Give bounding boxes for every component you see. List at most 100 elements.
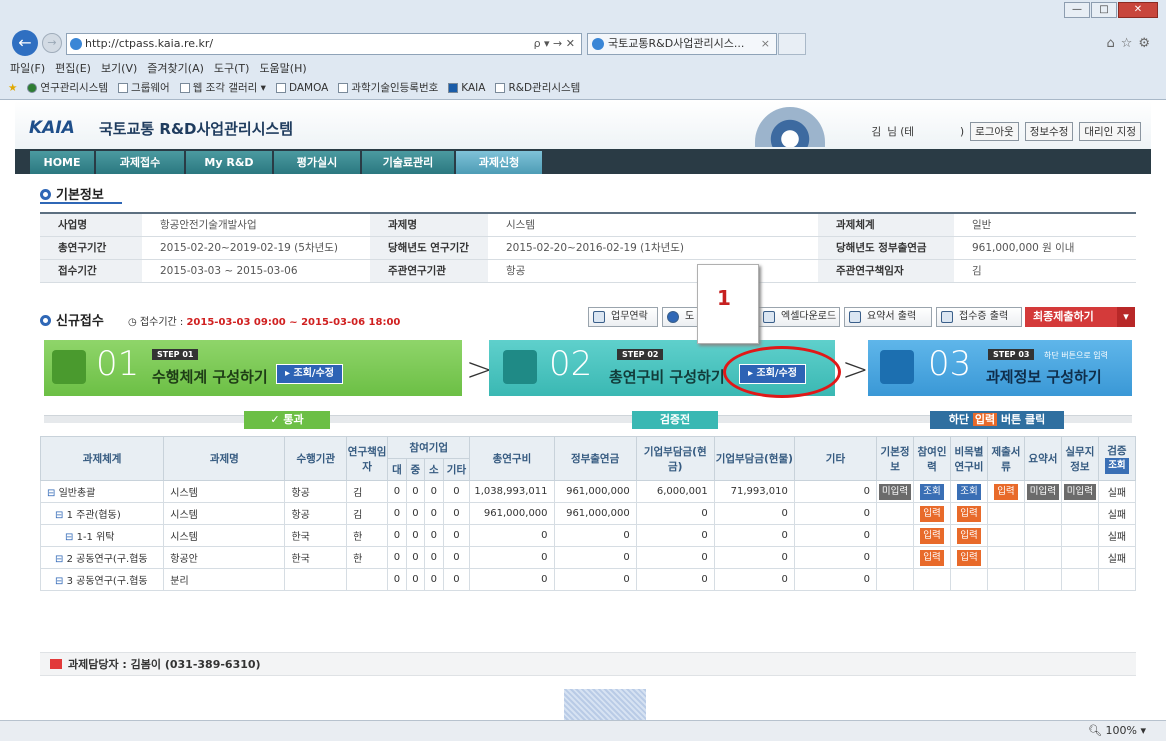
final-submit-button[interactable]: 최종제출하기 ▾ <box>1025 307 1135 327</box>
row-org: 한국 <box>284 524 348 547</box>
row-system[interactable]: ⊟ 일반총괄 <box>39 480 165 503</box>
address-bar[interactable]: http://ctpass.kaia.re.kr/ ρ ▾ → ✕ <box>66 33 582 55</box>
title-underline <box>40 202 122 204</box>
people-input-button[interactable]: 입력 <box>920 549 944 566</box>
cost-input-button[interactable]: 입력 <box>957 527 981 544</box>
cost-input-button[interactable]: 입력 <box>957 549 981 566</box>
people-input-button[interactable]: 입력 <box>920 527 944 544</box>
step1-edit-button[interactable]: ▸ 조회/수정 <box>276 364 343 384</box>
basic-button[interactable]: 미입력 <box>878 483 912 500</box>
edit-info-button[interactable]: 정보수정 <box>1024 122 1074 141</box>
row-total: 1,038,993,011 <box>469 480 555 503</box>
fav-item[interactable]: 그룹웨어 <box>118 80 170 95</box>
row-org: 한국 <box>284 546 348 569</box>
kaia-logo[interactable]: KAIA <box>29 118 75 138</box>
menu-help[interactable]: 도움말(H) <box>259 60 306 76</box>
summary-button[interactable]: 미입력 <box>1026 483 1060 500</box>
col-company: 참여기업 <box>387 436 471 459</box>
print-summary-button[interactable]: 요약서 출력 <box>844 307 932 327</box>
toolbar-icons[interactable]: ⌂☆⚙ <box>1106 36 1156 51</box>
nav-royalty[interactable]: 기술료관리 <box>362 151 454 174</box>
row-other: 0 <box>793 524 878 547</box>
info-value: 2015-03-03 ~ 2015-03-06 <box>142 259 370 283</box>
dropdown-arrow-icon: ▾ <box>1117 307 1135 327</box>
row-gov: 961,000,000 <box>553 480 637 503</box>
row-system[interactable]: ⊟ 3 공동연구(구.협동 <box>39 568 165 591</box>
close-window-button[interactable]: ✕ <box>1118 2 1158 18</box>
basic-info-title: 기본정보 <box>40 184 104 203</box>
verify-query-button[interactable]: 조회 <box>1105 458 1129 474</box>
nav-task-receipt[interactable]: 과제접수 <box>96 151 184 174</box>
cell-practical <box>1060 524 1099 547</box>
menu-file[interactable]: 파일(F) <box>10 60 45 76</box>
nav-evaluation[interactable]: 평가실시 <box>274 151 360 174</box>
info-label: 총연구기간 <box>40 236 142 260</box>
tab-close-icon[interactable]: × <box>761 34 770 54</box>
maximize-button[interactable]: □ <box>1091 2 1117 18</box>
help-button[interactable]: 도 <box>662 307 702 327</box>
basic-info-table: 사업명 항공안전기술개발사업 과제명 시스템 과제체계 일반 총연구기간 201… <box>40 212 1136 283</box>
row-pi: 한 <box>346 546 389 569</box>
people-button[interactable]: 조회 <box>920 483 944 500</box>
menu-edit[interactable]: 편집(E) <box>55 60 91 76</box>
menu-favorites[interactable]: 즐겨찾기(A) <box>147 60 204 76</box>
fav-item[interactable]: 연구관리시스템 <box>27 80 108 95</box>
address-tools[interactable]: ρ ▾ → ✕ <box>534 34 575 54</box>
step-title: 수행체계 구성하기 <box>152 368 268 386</box>
step1-icon <box>52 350 86 384</box>
period-value: 2015-03-03 09:00 ~ 2015-03-06 18:00 <box>186 317 401 328</box>
row-inkind: 0 <box>713 524 795 547</box>
col-verify: 검증 조회 <box>1097 436 1137 481</box>
fav-item[interactable]: 과학기술인등록번호 <box>338 80 438 95</box>
new-tab-button[interactable] <box>778 33 806 55</box>
info-value: 일반 <box>954 213 1136 237</box>
menu-bar: 파일(F) 편집(E) 보기(V) 즐겨찾기(A) 도구(T) 도움말(H) <box>10 60 307 76</box>
user-close: ) <box>959 125 965 138</box>
fav-item[interactable]: KAIA <box>448 82 485 94</box>
tab-title: 국토교통R&D사업관리시스... <box>608 37 745 50</box>
row-system[interactable]: ⊟ 1 주관(협동) <box>39 502 165 525</box>
back-button[interactable]: ← <box>12 30 38 56</box>
period-label: 접수기간 : <box>139 317 184 328</box>
row-inkind: 0 <box>713 568 795 591</box>
section-bullet-icon <box>40 189 51 200</box>
row-system[interactable]: ⊟ 2 공동연구(구.협동 <box>39 546 165 569</box>
menu-view[interactable]: 보기(V) <box>101 60 137 76</box>
nav-task-apply[interactable]: 과제신청 <box>456 151 542 174</box>
menu-tools[interactable]: 도구(T) <box>214 60 250 76</box>
forward-button[interactable]: → <box>42 33 62 53</box>
submit-button[interactable]: 입력 <box>994 483 1018 500</box>
verify-result: 실패 <box>1097 546 1137 569</box>
info-row: 사업명 항공안전기술개발사업 과제명 시스템 과제체계 일반 <box>40 213 1136 237</box>
proxy-button[interactable]: 대리인 지정 <box>1079 122 1141 141</box>
browser-tab[interactable]: 국토교통R&D사업관리시스... × <box>587 33 777 55</box>
minimize-button[interactable]: — <box>1064 2 1090 18</box>
row-count: 0 <box>405 546 426 569</box>
cell-basic <box>876 524 915 547</box>
practical-button[interactable]: 미입력 <box>1063 483 1096 500</box>
cost-button[interactable]: 조회 <box>957 483 981 500</box>
excel-download-button[interactable]: 엑셀다운로드 <box>758 307 840 327</box>
zoom-control[interactable]: 🔍︎ 100% ▾ <box>1088 724 1146 737</box>
cell-basic <box>876 546 915 569</box>
col-cash: 기업부담금(현금) <box>635 436 715 481</box>
row-name: 분리 <box>163 568 286 591</box>
row-count: 0 <box>387 546 407 569</box>
nav-my-rnd[interactable]: My R&D <box>186 151 272 174</box>
fav-item[interactable]: R&D관리시스템 <box>495 80 580 95</box>
print-receipt-button[interactable]: 접수증 출력 <box>936 307 1022 327</box>
step-title: 총연구비 구성하기 <box>609 368 725 386</box>
step-tag: STEP 02 <box>617 349 664 360</box>
people-input-button[interactable]: 입력 <box>920 505 944 522</box>
cell-cost: 입력 <box>949 524 988 547</box>
row-system[interactable]: ⊟ 1-1 위탁 <box>39 524 165 547</box>
fav-item[interactable]: DAMOA <box>275 82 328 94</box>
fav-item[interactable]: 웹 조각 갤러리 ▾ <box>179 80 266 95</box>
nav-home[interactable]: HOME <box>30 151 94 174</box>
col-etc: 기타 <box>442 458 471 481</box>
logout-button[interactable]: 로그아웃 <box>970 122 1019 141</box>
work-contact-button[interactable]: 업무연락 <box>588 307 658 327</box>
table-row: ⊟ 2 공동연구(구.협동 항공안 한국 한 0 0 0 0 0 0 0 0 0… <box>39 546 1137 569</box>
cell-practical <box>1060 568 1099 591</box>
cost-input-button[interactable]: 입력 <box>957 505 981 522</box>
